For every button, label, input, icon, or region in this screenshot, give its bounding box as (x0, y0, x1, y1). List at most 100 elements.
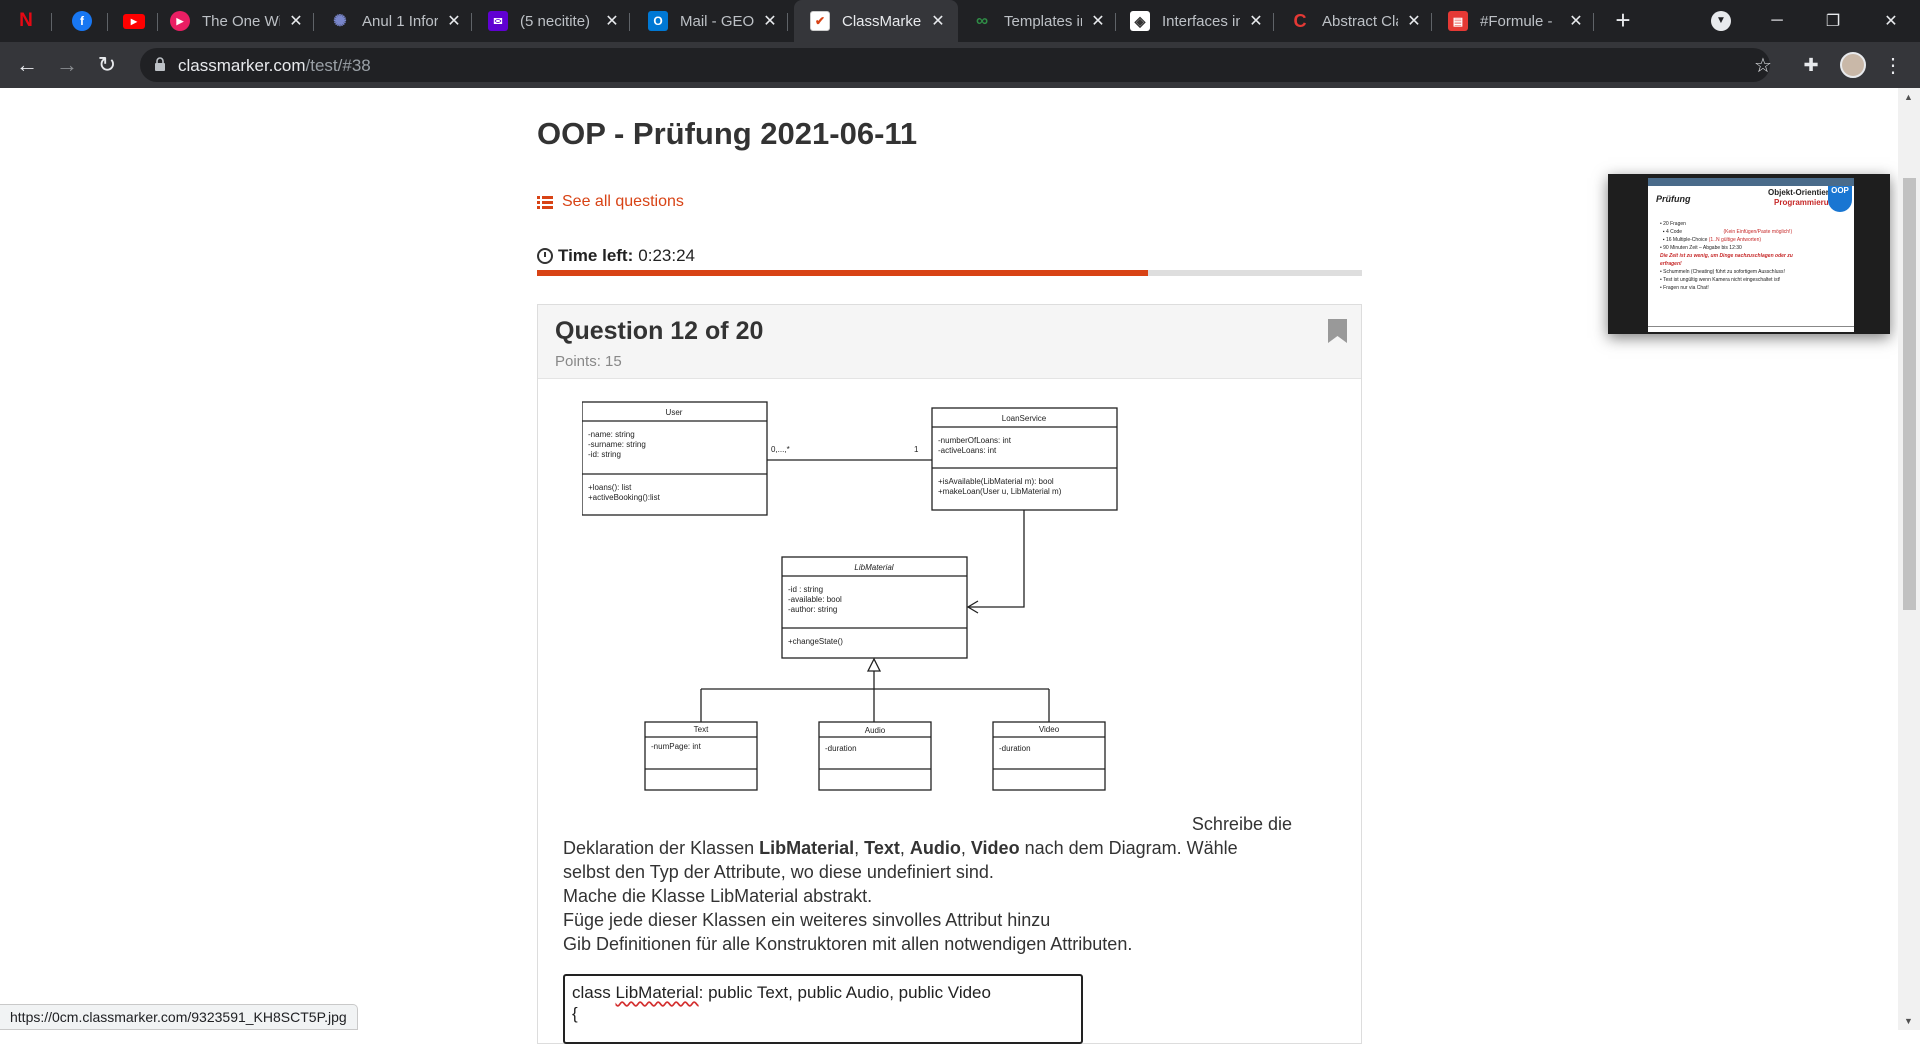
uml-audio-name: Audio (865, 726, 886, 735)
close-tab-icon[interactable]: ✕ (930, 11, 946, 31)
tab-netflix[interactable]: N (0, 0, 52, 42)
lock-icon (155, 57, 165, 71)
uml-dependency-line (968, 510, 1025, 608)
question-line-1: Deklaration der Klassen LibMaterial, Tex… (563, 836, 1323, 860)
question-points: Points: 15 (555, 353, 622, 370)
list-icon (537, 195, 553, 209)
uml-class-diagram: User -name: string -surname: string -id:… (582, 401, 1118, 791)
url-text[interactable]: classmarker.com/test/#38 (178, 56, 371, 76)
question-line-5: Gib Definitionen für alle Konstruktoren … (563, 934, 1133, 954)
maximize-button[interactable]: ❐ (1810, 0, 1856, 42)
see-all-questions-link[interactable]: See all questions (537, 193, 684, 211)
address-bar[interactable]: classmarker.com/test/#38 (140, 48, 1770, 82)
oop-badge: OOP (1828, 186, 1852, 212)
picture-in-picture-window[interactable]: Prüfung Objekt-Orientierte Programmierun… (1608, 174, 1890, 334)
time-progress-bar (537, 270, 1362, 276)
uml-attribute: -duration (825, 744, 857, 753)
slide-bullets: • 20 Fragen ▪ 4 Code (Kein Einfügen/Past… (1660, 220, 1793, 292)
text-fragment: , (854, 838, 865, 858)
slide-bullet: ▪ 16 Multiple-Choice (1..N gültige Antwo… (1660, 237, 1762, 243)
slide-bullet: • 90 Minuten Zeit – Abgabe bis 12:30 (1660, 245, 1742, 251)
minimize-button[interactable]: ─ (1754, 0, 1800, 42)
close-window-button[interactable]: ✕ (1868, 0, 1914, 42)
tab-anul-1[interactable]: ✺ Anul 1 Infor ✕ (316, 0, 472, 42)
text-fragment: , (960, 838, 971, 858)
tab-title: (5 necitite) (520, 12, 591, 30)
tab-title: Anul 1 Infor (362, 12, 438, 30)
tab-formule[interactable]: ▤ #Formule - ✕ (1434, 0, 1594, 42)
uml-attribute: -numberOfLoans: int (938, 436, 1012, 445)
bullet-text: Fragen nur via Chat! (1663, 285, 1709, 291)
browser-toolbar: ← → ↻ classmarker.com/test/#38 ☆ ✚ ⋮ (0, 42, 1920, 88)
question-title: Question 12 of 20 (555, 317, 764, 345)
scroll-up-icon[interactable]: ▲ (1904, 92, 1913, 102)
close-tab-icon[interactable]: ✕ (1568, 11, 1584, 31)
uml-method: +activeBooking():list (588, 493, 661, 502)
bookmark-star-button[interactable]: ☆ (1748, 50, 1778, 80)
extensions-button[interactable]: ✚ (1796, 50, 1826, 80)
scroll-down-icon[interactable]: ▼ (1904, 1016, 1913, 1026)
university-icon: ✺ (333, 13, 347, 30)
slide-top-bar (1648, 178, 1854, 186)
bullet-text: 4 Code (1665, 229, 1683, 235)
bullet-note: (1..N gültige Antworten) (1708, 237, 1762, 243)
tab-interfaces[interactable]: ◈ Interfaces in ✕ (1118, 0, 1274, 42)
tab-strip: N f ▶ ▶ The One Wi ✕ ✺ Anul 1 Infor ✕ ✉ … (0, 0, 1920, 42)
slide-footer (1648, 326, 1854, 332)
profile-button[interactable] (1838, 50, 1868, 80)
tab-title: Templates in (1004, 12, 1082, 30)
forward-button[interactable]: → (52, 50, 82, 80)
uml-attribute: -activeLoans: int (938, 446, 997, 455)
browser-menu-button[interactable]: ⋮ (1878, 50, 1908, 80)
back-button[interactable]: ← (12, 50, 42, 80)
tab-facebook[interactable]: f (52, 0, 108, 42)
reload-button[interactable]: ↻ (92, 50, 122, 80)
time-left: Time left: 0:23:24 (537, 246, 695, 266)
close-tab-icon[interactable]: ✕ (1090, 11, 1106, 31)
uml-attribute: -surname: string (588, 440, 646, 449)
close-tab-icon[interactable]: ✕ (762, 11, 778, 31)
bookmark-icon[interactable] (1328, 319, 1347, 343)
tab-abstract[interactable]: C Abstract Cla ✕ (1276, 0, 1432, 42)
new-tab-button[interactable]: + (1608, 6, 1638, 36)
page-scrollbar[interactable]: ▲ ▼ (1898, 88, 1920, 1030)
tab-the-one[interactable]: ▶ The One Wi ✕ (158, 0, 314, 42)
uml-attribute: -id : string (788, 585, 823, 594)
slide-bullet: ▪ 4 Code (Kein Einfügen/Paste möglich!) (1660, 229, 1793, 235)
slide-title-1: Objekt-Orientierte (1768, 188, 1837, 197)
question-line-3: Mache die Klasse LibMaterial abstrakt. (563, 886, 873, 906)
tab-youtube[interactable]: ▶ (108, 0, 158, 42)
tab-templates[interactable]: ∞ Templates in ✕ (960, 0, 1116, 42)
uml-method: +loans(): list (588, 483, 632, 492)
close-tab-icon[interactable]: ✕ (288, 11, 304, 31)
close-tab-icon[interactable]: ✕ (1406, 11, 1422, 31)
tab-classmarker[interactable]: ✔ ClassMarker ✕ (794, 0, 958, 42)
bullet-text: 16 Multiple-Choice (1665, 237, 1708, 243)
tab-title: Mail - GEOR (680, 12, 754, 30)
tab-yahoo-mail[interactable]: ✉ (5 necitite) ✕ (474, 0, 630, 42)
code-fragment: LibMaterial (615, 983, 699, 1002)
text-fragment: Deklaration der Klassen (563, 838, 760, 858)
bullet-text: Test ist ungültig wenn Kamera nicht eing… (1663, 277, 1781, 283)
bullet-note: (Kein Einfügen/Paste möglich!) (1723, 229, 1793, 235)
play-icon: ▶ (170, 11, 190, 31)
uml-attribute: -available: bool (788, 595, 842, 604)
geeks-icon: ∞ (975, 11, 989, 30)
scrollbar-thumb[interactable] (1903, 178, 1916, 610)
text-fragment: nach dem Diagram. Wähle (1019, 838, 1238, 858)
uml-inheritance-arrow (866, 657, 882, 672)
slide-bullet: • Test ist ungültig wenn Kamera nicht ei… (1660, 277, 1781, 283)
tab-title: Interfaces in (1162, 12, 1240, 30)
uml-attribute: -author: string (788, 605, 837, 614)
uml-video-name: Video (1039, 725, 1060, 734)
answer-textarea[interactable]: class LibMaterial: public Text, public A… (563, 974, 1083, 1044)
tab-search-button[interactable]: ▼ (1698, 0, 1744, 42)
time-progress-fill (537, 270, 1148, 276)
tab-outlook[interactable]: O Mail - GEOR ✕ (632, 0, 788, 42)
close-tab-icon[interactable]: ✕ (1248, 11, 1264, 31)
close-tab-icon[interactable]: ✕ (446, 11, 462, 31)
star-icon: ☆ (1754, 54, 1772, 77)
close-tab-icon[interactable]: ✕ (604, 11, 620, 31)
uml-multiplicity-loan: 1 (914, 445, 919, 454)
arrow-right-icon: → (56, 52, 78, 77)
